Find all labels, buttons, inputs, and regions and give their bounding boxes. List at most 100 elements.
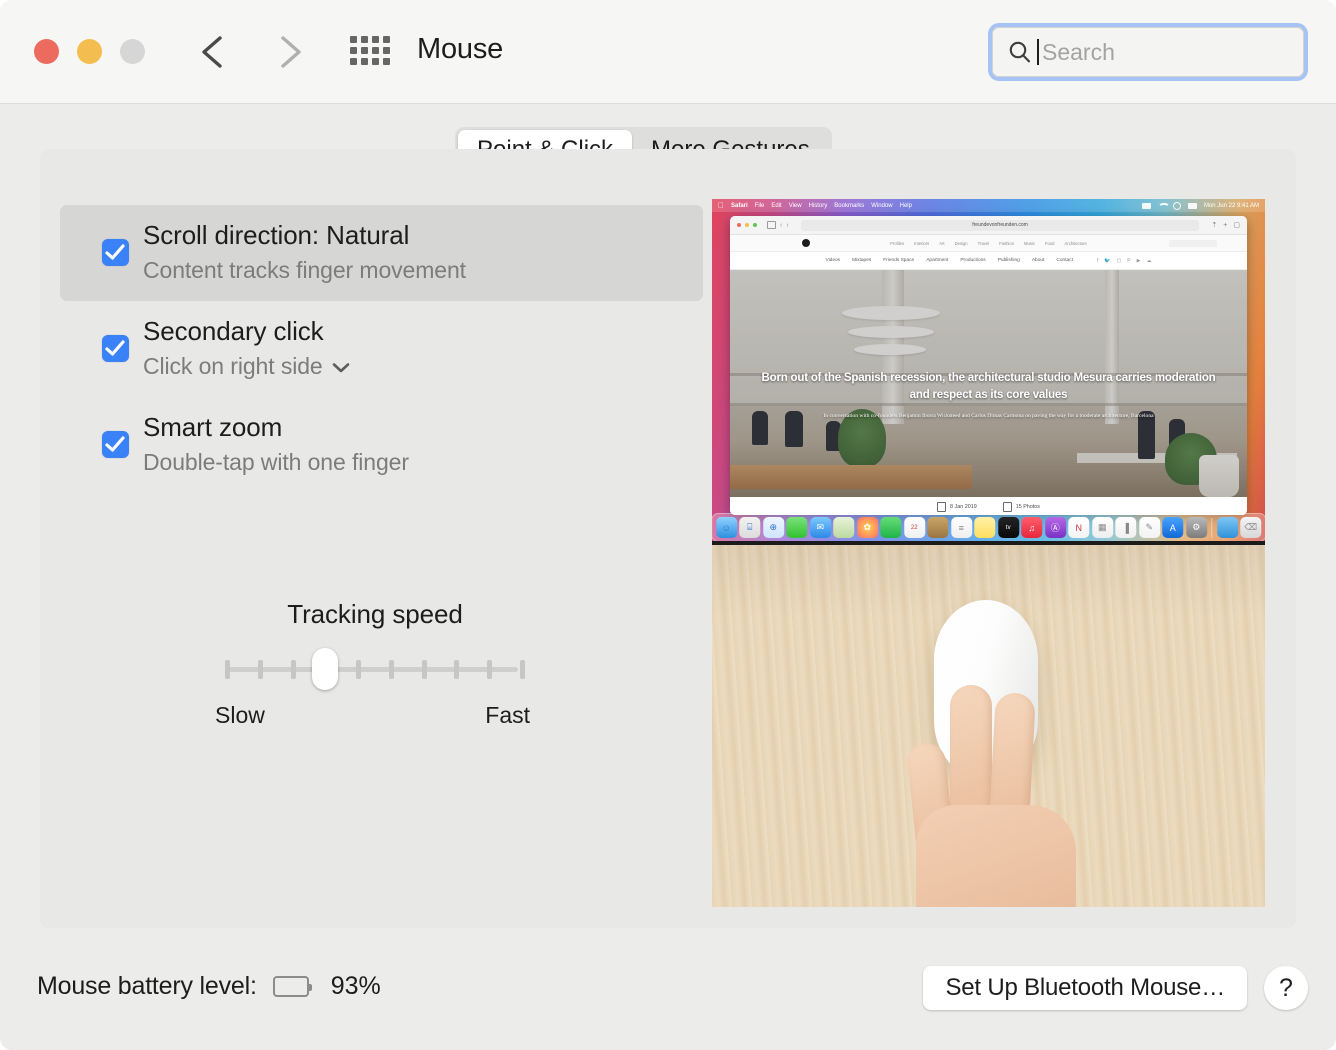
safari-url: freundevonfreunden.com [972, 222, 1028, 228]
menu-item-history: History [802, 202, 828, 209]
site-logo [802, 239, 810, 247]
menu-item-view: View [782, 202, 802, 209]
safari-window: ‹ › freundevonfreunden.com ⇡ + ▢ Profile… [730, 216, 1247, 515]
dock-icon-music: ♫ [1021, 517, 1043, 538]
secondary-click-dropdown[interactable]: Click on right side [143, 349, 703, 383]
battery-status: Mouse battery level: 93% [37, 972, 381, 1001]
site-search-field [1169, 239, 1217, 247]
menu-item-bookmarks: Bookmarks [828, 202, 864, 209]
search-icon [1172, 201, 1181, 210]
menu-bar-status-area: Mon Jun 22 9:41 AM [1141, 201, 1259, 210]
article-headline: Born out of the Spanish recession, the a… [761, 372, 1216, 401]
mac-menu-bar:  Safari File Edit View History Bookmark… [712, 199, 1265, 212]
site-nav-design: Design [954, 240, 968, 246]
help-button[interactable]: ? [1264, 966, 1308, 1010]
text-caret [1037, 39, 1039, 65]
site-nav-fashion: Fashion [999, 240, 1015, 246]
dock-icon-keynote: ▦ [1091, 517, 1113, 538]
slider-tick [257, 660, 263, 679]
article-date-group: 8 Jan 2019 [937, 502, 977, 512]
tracking-speed-slider[interactable] [180, 648, 570, 690]
share-icon: ⇡ [1211, 222, 1218, 229]
dock-icon-reminders: ≡ [950, 517, 972, 538]
slider-end-labels: Slow Fast [180, 702, 570, 732]
twitter-icon: 🐦 [1104, 257, 1111, 264]
safari-close-button [737, 223, 741, 227]
menu-item-edit: Edit [765, 202, 781, 209]
safari-address-bar: freundevonfreunden.com [800, 219, 1200, 231]
dock-icon-news: N [1068, 517, 1090, 538]
minimize-button[interactable] [77, 39, 102, 64]
option-title: Scroll direction: Natural [143, 220, 410, 250]
back-icon[interactable] [193, 30, 235, 74]
site-nav-food: Food [1044, 240, 1055, 246]
social-icons: f 🐦 ▢ P ▶ ☁ [1097, 258, 1152, 264]
instagram-icon: ▢ [1116, 257, 1122, 264]
slider-tick [225, 660, 230, 679]
option-smart-zoom[interactable]: Smart zoom Double-tap with one finger [60, 397, 703, 493]
article-photos-group: 15 Photos [1002, 502, 1040, 512]
slider-knob[interactable] [312, 648, 339, 690]
tab-overview-icon: ▢ [1233, 222, 1240, 229]
safari-minimize-button [745, 223, 749, 227]
site-nav-friends-space: Friends Space [883, 258, 915, 263]
search-icon [1007, 39, 1033, 65]
desktop-screenshot:  Safari File Edit View History Bookmark… [712, 199, 1265, 545]
dock-icon-pages: ✎ [1138, 517, 1160, 538]
option-text-group: Smart zoom Double-tap with one finger [60, 409, 703, 479]
article-subhead: In conversation with co-founders Benjami… [823, 413, 1154, 419]
safari-toolbar: ‹ › freundevonfreunden.com ⇡ + ▢ [730, 216, 1247, 235]
dock-icon-app-store: A [1162, 517, 1184, 538]
menu-item-safari: Safari [725, 202, 748, 209]
dock-icon-finder: ☺ [715, 517, 737, 538]
dock-icon-numbers: ▐ [1115, 517, 1137, 538]
dock-icon-podcasts: Ⓐ [1044, 517, 1066, 538]
photos-icon [1002, 502, 1012, 512]
show-all-grid-icon[interactable] [350, 36, 392, 70]
checkbox-smart-zoom[interactable] [102, 431, 129, 458]
option-scroll-direction[interactable]: Scroll direction: Natural Content tracks… [60, 205, 703, 301]
checkbox-secondary-click[interactable] [102, 335, 129, 362]
menu-item-window: Window [865, 202, 892, 209]
calendar-icon [937, 502, 947, 512]
search-input[interactable]: Search [992, 27, 1304, 77]
site-nav-profiles: Profiles [890, 240, 905, 246]
settings-panel: Scroll direction: Natural Content tracks… [40, 149, 1296, 928]
slider-track [225, 667, 518, 672]
dock-separator [1211, 517, 1213, 538]
battery-icon [1141, 202, 1151, 209]
dock-icon-mail: ✉ [809, 517, 831, 538]
option-secondary-click[interactable]: Secondary click Click on right side [60, 301, 703, 397]
option-text-group: Secondary click Click on right side [60, 313, 703, 383]
apple-menu-icon:  [718, 201, 724, 210]
slider-tick [520, 660, 525, 679]
forward-icon[interactable] [268, 30, 310, 74]
site-nav-about: About [1031, 258, 1045, 263]
dock-icon-trash: ⌫ [1240, 517, 1262, 538]
site-nav-architecture: Architecture [1064, 240, 1087, 246]
option-subtitle: Click on right side [143, 353, 323, 379]
safari-forward-icon: › [786, 221, 789, 229]
tracking-speed-control: Tracking speed Slow Fast [180, 599, 570, 732]
dock-icon-maps [833, 517, 855, 538]
safari-toolbar-right: ⇡ + ▢ [1211, 221, 1240, 230]
gesture-preview:  Safari File Edit View History Bookmark… [712, 199, 1265, 907]
site-nav-art: Art [939, 240, 945, 246]
site-nav-productions: Productions [960, 258, 986, 263]
system-preferences-window: Mouse Search Point & Click More Gestures [0, 0, 1336, 1050]
set-up-bluetooth-mouse-button[interactable]: Set Up Bluetooth Mouse… [923, 966, 1247, 1010]
pinterest-icon: P [1127, 257, 1131, 264]
option-text-group: Scroll direction: Natural Content tracks… [60, 217, 703, 287]
dock-icon-photos: ✿ [856, 517, 878, 538]
slider-tick [356, 660, 362, 679]
option-title: Secondary click [143, 316, 324, 346]
close-button[interactable] [34, 39, 59, 64]
options-list: Scroll direction: Natural Content tracks… [60, 205, 703, 493]
sidebar-icon [767, 221, 776, 229]
chevron-down-icon[interactable] [331, 349, 351, 383]
zoom-button[interactable] [120, 39, 145, 64]
article-date: 8 Jan 2019 [950, 504, 977, 510]
checkbox-scroll-direction[interactable] [102, 239, 129, 266]
control-center-icon [1187, 202, 1197, 209]
mac-dock: ☺ ⌸ ⊕ ✉ ✿ 22 ≡ tv ♫ Ⓐ N ▦ ▐ ✎ A ⚙ ⌫ [712, 513, 1265, 542]
